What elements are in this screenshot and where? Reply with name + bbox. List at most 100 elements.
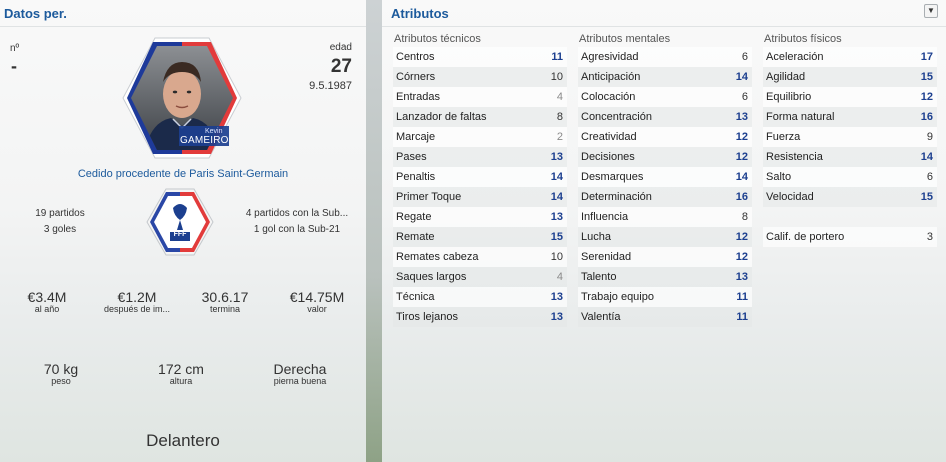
attribute-row[interactable]: Tiros lejanos 13 — [393, 307, 567, 327]
mental-attributes: Atributos mentales Agresividad 6 Anticipac… — [578, 33, 752, 327]
attribute-name: Regate — [396, 211, 432, 223]
attribute-row[interactable]: Equilibrio 12 — [763, 87, 937, 107]
attribute-value: 13 — [550, 311, 563, 323]
weight-value: 70 kg — [43, 361, 79, 377]
attribute-value: 11 — [736, 291, 748, 303]
attribute-name: Tiros lejanos — [396, 311, 458, 323]
attribute-value: 12 — [920, 91, 933, 103]
attribute-value: 12 — [735, 251, 748, 263]
physical-list: Aceleración 17 Agilidad 15 Equilibrio 12 Forma… — [763, 47, 937, 207]
attribute-row[interactable]: Córners 10 — [393, 67, 567, 87]
attribute-row[interactable]: Entradas 4 — [393, 87, 567, 107]
national-team-crest[interactable]: FFF — [144, 186, 216, 258]
fff-crest-icon — [146, 188, 214, 256]
attribute-row[interactable]: Salto 6 — [763, 167, 937, 187]
attribute-row[interactable]: Concentración 13 — [578, 107, 752, 127]
attribute-name: Penaltis — [396, 171, 436, 183]
attribute-value: 11 — [736, 311, 748, 323]
attribute-value: 13 — [550, 291, 563, 303]
attribute-row[interactable]: Primer Toque 14 — [393, 187, 567, 207]
attribute-row[interactable]: Colocación 6 — [578, 87, 752, 107]
panel-menu-button[interactable]: ▼ — [924, 4, 938, 18]
attribute-row[interactable]: Agresividad 6 — [578, 47, 752, 67]
attribute-row[interactable]: Regate 13 — [393, 207, 567, 227]
squad-number-value: - — [11, 56, 17, 76]
chevron-down-icon: ▼ — [927, 6, 935, 15]
attribute-value: 14 — [550, 191, 563, 203]
attribute-row[interactable]: Marcaje 2 — [393, 127, 567, 147]
u21-goals: 1 gol con la Sub-21 — [253, 224, 341, 235]
attribute-row[interactable]: Forma natural 16 — [763, 107, 937, 127]
panel-title: Datos per. — [4, 6, 67, 21]
attribute-name: Saques largos — [396, 271, 467, 283]
attribute-value: 13 — [550, 151, 563, 163]
u21-appearances: 4 partidos con la Sub... — [245, 208, 349, 219]
attribute-row[interactable]: Determinación 16 — [578, 187, 752, 207]
attribute-name: Centros — [396, 51, 435, 63]
attribute-value: 3 — [926, 231, 933, 243]
attribute-name: Entradas — [396, 91, 441, 103]
attribute-row[interactable]: Decisiones 12 — [578, 147, 752, 167]
preferred-foot-value: Derecha — [273, 361, 327, 377]
attribute-name: Equilibrio — [766, 91, 812, 103]
attribute-value: 10 — [550, 251, 563, 263]
attribute-value: 16 — [920, 111, 933, 123]
attribute-row[interactable]: Velocidad 15 — [763, 187, 937, 207]
attribute-value: 14 — [735, 71, 748, 83]
attribute-row[interactable]: Agilidad 15 — [763, 67, 937, 87]
attribute-name: Creatividad — [581, 131, 637, 143]
attribute-row[interactable]: Resistencia 14 — [763, 147, 937, 167]
attribute-row[interactable]: Influencia 8 — [578, 207, 752, 227]
attribute-name: Remate — [396, 231, 435, 243]
attribute-name: Anticipación — [581, 71, 641, 83]
attribute-row[interactable]: Anticipación 14 — [578, 67, 752, 87]
attribute-row[interactable]: Trabajo equipo 11 — [578, 287, 752, 307]
attribute-row[interactable]: Talento 13 — [578, 267, 752, 287]
attribute-row[interactable]: Técnica 13 — [393, 287, 567, 307]
date-of-birth: 9.5.1987 — [309, 80, 352, 92]
attribute-row[interactable]: Lanzador de faltas 8 — [393, 107, 567, 127]
attribute-row[interactable]: Creatividad 12 — [578, 127, 752, 147]
attribute-value: 2 — [556, 131, 563, 143]
attribute-name: Córners — [396, 71, 436, 83]
attribute-value: 15 — [920, 191, 933, 203]
title-divider — [0, 26, 366, 27]
loan-info[interactable]: Cedido procedente de Paris Saint-Germain — [0, 168, 366, 180]
attribute-row[interactable]: Remate 15 — [393, 227, 567, 247]
player-last-name: GAMEIRO — [180, 135, 229, 146]
attribute-row-goalkeeper-rating[interactable]: Calif. de portero 3 — [763, 227, 937, 247]
attribute-value: 8 — [741, 211, 748, 223]
contract-expiry-label: termina — [209, 304, 240, 314]
attribute-row[interactable]: Serenidad 12 — [578, 247, 752, 267]
attribute-value: 15 — [550, 231, 563, 243]
attribute-row[interactable]: Pases 13 — [393, 147, 567, 167]
club-appearances: 19 partidos — [35, 208, 85, 219]
player-portrait[interactable]: Kevin GAMEIRO — [117, 34, 247, 162]
attribute-value: 13 — [735, 271, 748, 283]
attribute-name: Concentración — [581, 111, 652, 123]
attribute-row[interactable]: Valentía 11 — [578, 307, 752, 327]
height-block: 172 cm altura — [146, 361, 216, 386]
attribute-row[interactable]: Saques largos 4 — [393, 267, 567, 287]
attribute-value: 6 — [926, 171, 933, 183]
wage-value: €3.4M — [27, 289, 67, 305]
u21-stats: 4 partidos con la Sub... 1 gol con la Su… — [232, 206, 362, 238]
attribute-row[interactable]: Remates cabeza 10 — [393, 247, 567, 267]
attribute-name: Aceleración — [766, 51, 824, 63]
attribute-name: Serenidad — [581, 251, 632, 263]
attribute-row[interactable]: Desmarques 14 — [578, 167, 752, 187]
attribute-value: 16 — [735, 191, 748, 203]
attribute-name: Salto — [766, 171, 792, 183]
attribute-row[interactable]: Aceleración 17 — [763, 47, 937, 67]
technical-list: Centros 11 Córners 10 Entradas 4 Lanzador de f… — [393, 47, 567, 327]
attribute-row[interactable]: Penaltis 14 — [393, 167, 567, 187]
attribute-value: 17 — [920, 51, 933, 63]
attribute-name: Marcaje — [396, 131, 436, 143]
attribute-row[interactable]: Centros 11 — [393, 47, 567, 67]
attribute-row[interactable]: Lucha 12 — [578, 227, 752, 247]
market-value-value: €14.75M — [289, 289, 345, 305]
attribute-row[interactable]: Fuerza 9 — [763, 127, 937, 147]
club-stats: 19 partidos 3 goles — [20, 206, 100, 238]
attribute-name: Primer Toque — [396, 191, 462, 203]
